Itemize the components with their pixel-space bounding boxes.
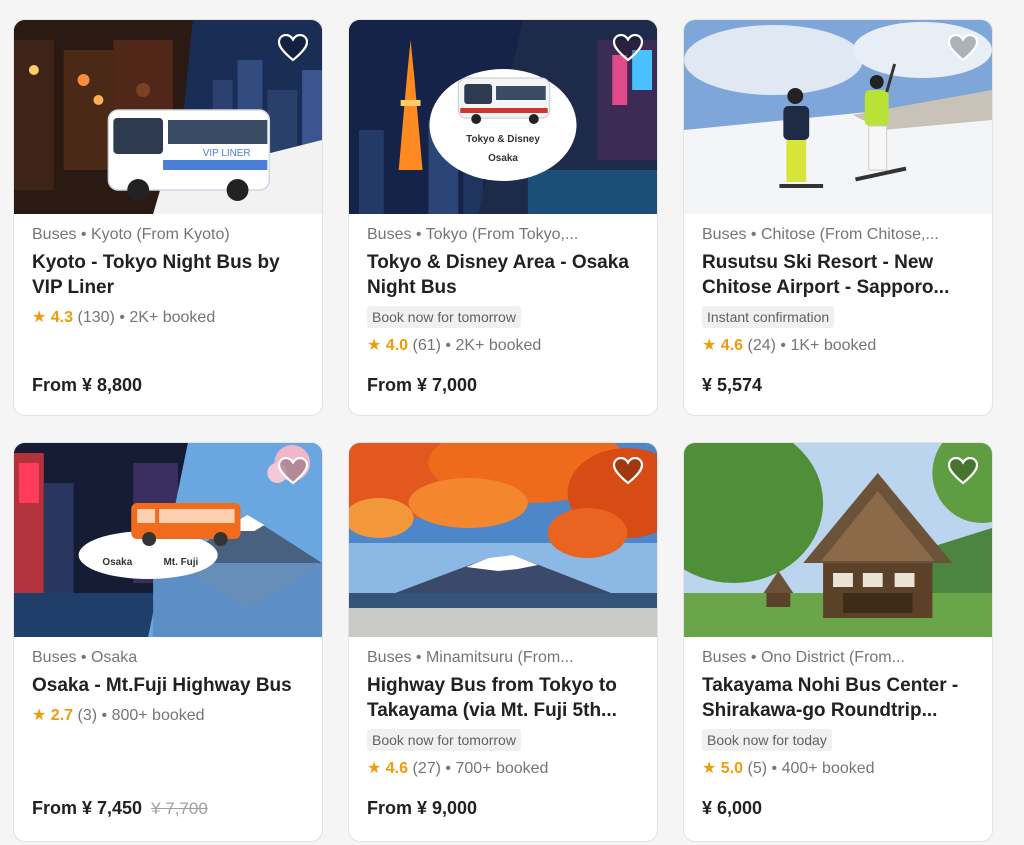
product-card[interactable]: Buses • Minamitsuru (From... Highway Bus… (348, 442, 658, 842)
star-icon: ★ (32, 707, 47, 724)
product-card[interactable]: Tokyo & Disney Osaka Buses • Tokyo (From… (348, 19, 658, 416)
product-rating: ★ 2.7 (3) • 800+ booked (32, 704, 304, 728)
product-card[interactable]: VIP LINER Buses • Kyoto (From Kyoto) Kyo… (13, 19, 323, 416)
review-count: (5) (747, 760, 768, 777)
rating-score: 4.6 (385, 760, 409, 777)
booked-count: • 700+ booked (445, 760, 549, 777)
product-image[interactable]: Tokyo & Disney Osaka (349, 20, 657, 214)
bubble-label: Osaka (102, 557, 132, 568)
booked-count: • 1K+ booked (780, 337, 877, 354)
review-count: (27) (412, 760, 441, 777)
product-title[interactable]: Tokyo & Disney Area - Osaka Night Bus (367, 250, 639, 300)
product-image[interactable]: Osaka Mt. Fuji (14, 443, 322, 637)
product-image[interactable]: VIP LINER (14, 20, 322, 214)
availability-tag: Book now for tomorrow (367, 306, 521, 328)
heart-icon[interactable] (948, 457, 978, 485)
rating-score: 5.0 (720, 760, 744, 777)
review-count: (24) (747, 337, 776, 354)
price-value: From ¥ 9,000 (367, 798, 478, 818)
product-rating: ★ 5.0 (5) • 400+ booked (702, 757, 974, 781)
rating-score: 4.0 (385, 337, 409, 354)
review-count: (3) (77, 707, 98, 724)
rating-score: 2.7 (50, 707, 74, 724)
rating-score: 4.3 (50, 309, 74, 326)
star-icon: ★ (702, 337, 717, 354)
heart-icon[interactable] (278, 34, 308, 62)
product-card[interactable]: Buses • Ono District (From... Takayama N… (683, 442, 993, 842)
product-price: From ¥ 8,800 (32, 375, 142, 396)
product-price: From ¥ 9,000 (367, 798, 477, 819)
heart-icon[interactable] (948, 34, 978, 62)
product-title[interactable]: Highway Bus from Tokyo to Takayama (via … (367, 673, 639, 723)
product-title[interactable]: Osaka - Mt.Fuji Highway Bus (32, 673, 304, 698)
product-rating: ★ 4.6 (24) • 1K+ booked (702, 334, 974, 358)
star-icon: ★ (32, 309, 47, 326)
price-value: From ¥ 7,450 (32, 798, 143, 818)
product-image[interactable] (684, 20, 992, 214)
star-icon: ★ (367, 760, 382, 777)
booked-count: • 2K+ booked (445, 337, 542, 354)
product-price: ¥ 6,000 (702, 798, 762, 819)
price-value: ¥ 6,000 (702, 798, 763, 818)
heart-icon[interactable] (613, 34, 643, 62)
product-price: ¥ 5,574 (702, 375, 762, 396)
review-count: (130) (77, 309, 115, 326)
availability-tag: Book now for tomorrow (367, 729, 521, 751)
price-value: From ¥ 8,800 (32, 375, 143, 395)
review-count: (61) (412, 337, 441, 354)
product-category: Buses • Osaka (32, 649, 138, 666)
product-rating: ★ 4.3 (130) • 2K+ booked (32, 306, 304, 330)
star-icon: ★ (702, 760, 717, 777)
product-title[interactable]: Kyoto - Tokyo Night Bus by VIP Liner (32, 250, 304, 300)
product-title[interactable]: Takayama Nohi Bus Center - Shirakawa-go … (702, 673, 974, 723)
availability-tag: Instant confirmation (702, 306, 835, 328)
star-icon: ★ (367, 337, 382, 354)
bubble-label-2: Mt. Fuji (164, 557, 199, 568)
product-category: Buses • Chitose (From Chitose,... (702, 226, 939, 243)
booked-count: • 2K+ booked (119, 309, 216, 326)
bubble-label-2: Osaka (488, 153, 518, 164)
original-price: ¥ 7,700 (151, 799, 208, 818)
heart-icon[interactable] (613, 457, 643, 485)
product-card[interactable]: Osaka Mt. Fuji Buses • Osaka Osaka - Mt.… (13, 442, 323, 842)
product-category: Buses • Kyoto (From Kyoto) (32, 226, 230, 243)
product-card[interactable]: Buses • Chitose (From Chitose,... Rusuts… (683, 19, 993, 416)
product-category: Buses • Ono District (From... (702, 649, 905, 666)
price-value: ¥ 5,574 (702, 375, 763, 395)
product-title[interactable]: Rusutsu Ski Resort - New Chitose Airport… (702, 250, 974, 300)
product-category: Buses • Tokyo (From Tokyo,... (367, 226, 579, 243)
product-category: Buses • Minamitsuru (From... (367, 649, 574, 666)
bubble-label: Tokyo & Disney (466, 134, 540, 145)
product-rating: ★ 4.0 (61) • 2K+ booked (367, 334, 639, 358)
product-price: From ¥ 7,450 ¥ 7,700 (32, 798, 208, 819)
product-rating: ★ 4.6 (27) • 700+ booked (367, 757, 639, 781)
product-image[interactable] (349, 443, 657, 637)
rating-score: 4.6 (720, 337, 744, 354)
product-image[interactable] (684, 443, 992, 637)
price-value: From ¥ 7,000 (367, 375, 478, 395)
booked-count: • 400+ booked (771, 760, 875, 777)
bus-label: VIP LINER (203, 148, 251, 159)
availability-tag: Book now for today (702, 729, 832, 751)
heart-icon[interactable] (278, 457, 308, 485)
product-price: From ¥ 7,000 (367, 375, 477, 396)
booked-count: • 800+ booked (101, 707, 205, 724)
